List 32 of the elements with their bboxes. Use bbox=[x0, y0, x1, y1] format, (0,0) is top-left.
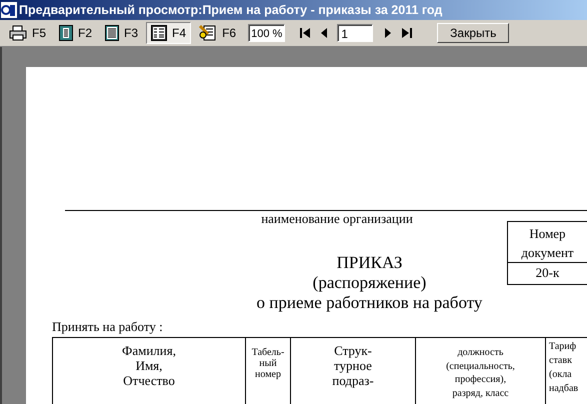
list-page-icon bbox=[105, 25, 120, 41]
column-header: Фамилия, Имя, Отчество bbox=[53, 338, 246, 404]
toolbar-button[interactable]: F4 bbox=[146, 22, 192, 44]
first-page-icon[interactable] bbox=[299, 28, 312, 38]
next-page-icon[interactable] bbox=[385, 28, 392, 38]
grid-page-icon bbox=[151, 25, 168, 41]
order-title: ПРИКАЗ bbox=[336, 253, 404, 273]
order-title: о приеме работников на работу bbox=[256, 293, 484, 313]
edit-page-icon bbox=[199, 24, 218, 42]
toolbar-button[interactable]: F3 bbox=[100, 22, 144, 44]
column-header: Табель- ный номер bbox=[246, 338, 291, 404]
toolbar-button[interactable]: F2 bbox=[54, 22, 98, 44]
toolbar-button[interactable]: F5 bbox=[4, 22, 52, 44]
previous-page-icon[interactable] bbox=[321, 28, 328, 38]
column-header: Тариф ставк (окла надбав bbox=[548, 340, 580, 396]
last-page-icon[interactable] bbox=[401, 28, 414, 38]
printer-icon bbox=[9, 25, 27, 41]
order-title: (распоряжение) bbox=[312, 273, 428, 293]
column-header: Струк- турное подраз- bbox=[291, 338, 416, 404]
page-number-field[interactable]: 1 bbox=[337, 24, 374, 42]
close-button[interactable]: Закрыть bbox=[437, 23, 510, 43]
number-header: документ bbox=[520, 244, 575, 262]
intro-text: Принять на работу : bbox=[52, 319, 164, 334]
column-header: должность (специальность, профессия), разряд, класс bbox=[416, 338, 546, 404]
number-header: Номер bbox=[528, 225, 567, 243]
document-number: 20-к bbox=[534, 264, 560, 282]
toolbar-button[interactable]: F6 bbox=[194, 22, 242, 44]
zoom-field[interactable]: 100 % bbox=[248, 24, 286, 42]
window-title: Предварительный просмотр:Прием на работу - приказы за 2011 год bbox=[19, 3, 442, 17]
organization-caption: наименование организации bbox=[260, 211, 414, 227]
page-icon bbox=[59, 25, 74, 41]
app-icon bbox=[1, 2, 17, 18]
